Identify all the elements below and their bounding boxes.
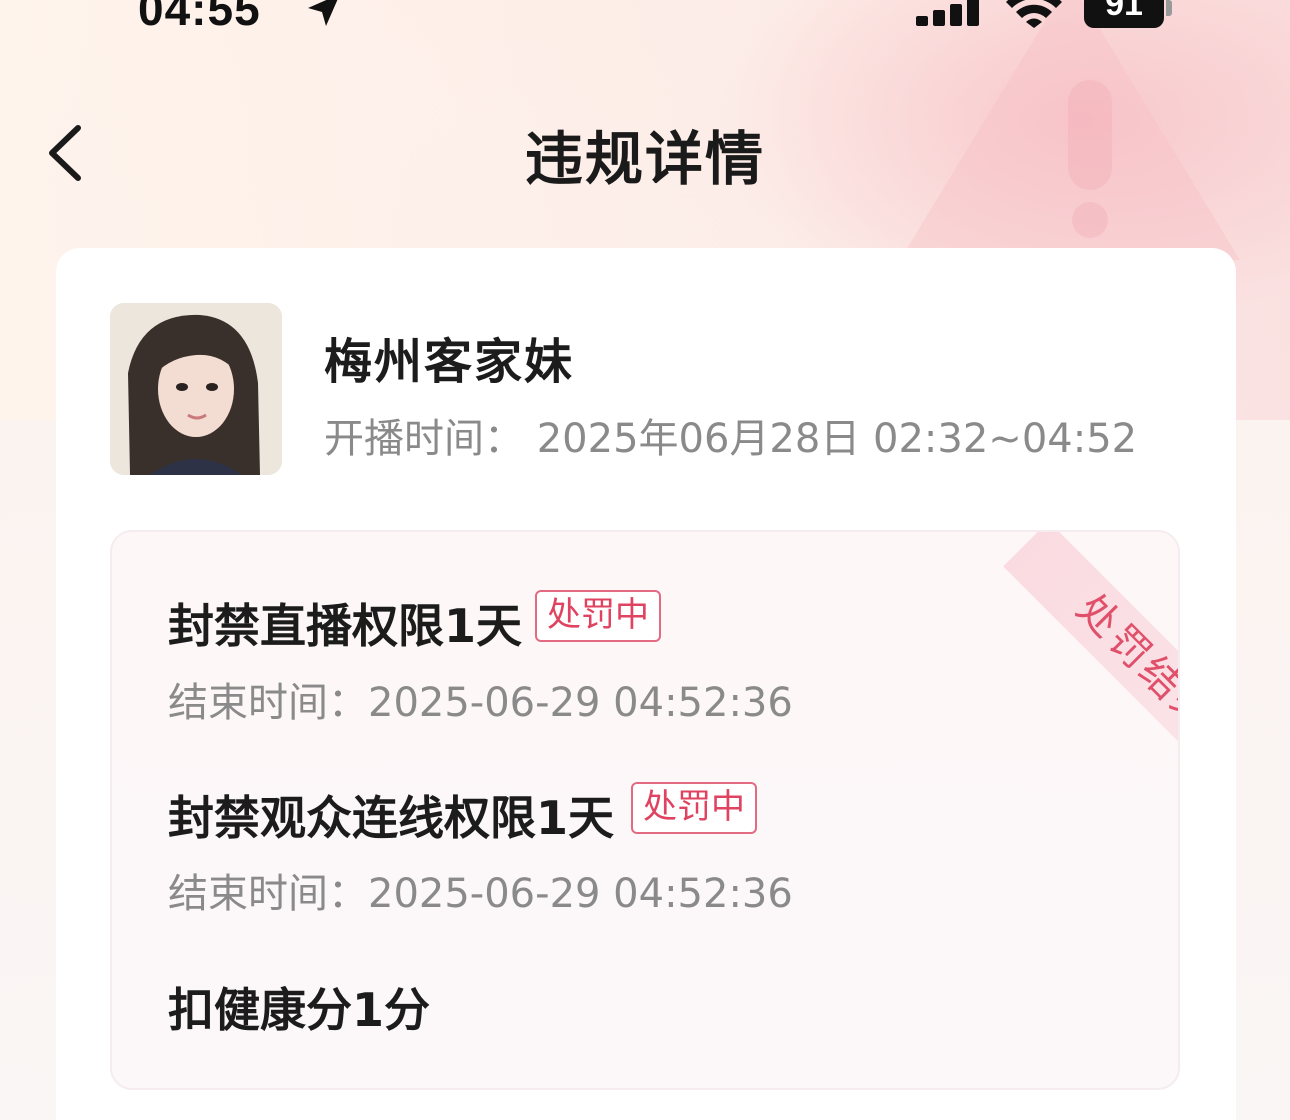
end-time: 结束时间：2025-06-29 04:52:36 (168, 670, 793, 728)
location-arrow-icon (308, 0, 338, 26)
battery-cap (1166, 0, 1172, 16)
warning-dot-decoration (1072, 202, 1108, 238)
stream-time-label: 开播时间： (324, 416, 524, 462)
status-time: 04:55 (138, 0, 261, 35)
penalty-title: 封禁直播权限1天 (168, 599, 523, 653)
status-badge: 处罚中 (631, 782, 757, 834)
end-time-value: 2025-06-29 04:52:36 (368, 871, 793, 917)
status-badge: 处罚中 (535, 590, 661, 642)
avatar-image (110, 303, 282, 475)
result-ribbon: 处罚结果 (1003, 532, 1178, 807)
status-bar: 04:55 91 (0, 0, 1290, 40)
user-name: 梅州客家妹 (324, 334, 575, 390)
cellular-signal-icon (916, 0, 980, 28)
battery-indicator: 91 (1084, 0, 1164, 28)
stream-time: 开播时间： 2025年06月28日 02:32~04:52 (324, 406, 1137, 464)
end-time-label: 结束时间： (168, 680, 368, 726)
avatar[interactable] (110, 303, 282, 475)
end-time-label: 结束时间： (168, 871, 368, 917)
wifi-icon (1006, 0, 1062, 28)
penalty-title: 封禁观众连线权限1天 (168, 791, 615, 845)
end-time: 结束时间：2025-06-29 04:52:36 (168, 861, 793, 919)
end-time-value: 2025-06-29 04:52:36 (368, 680, 793, 726)
stream-time-value: 2025年06月28日 02:32~04:52 (536, 416, 1138, 462)
penalty-title: 扣健康分1分 (168, 983, 431, 1037)
page-title: 违规详情 (524, 125, 765, 193)
